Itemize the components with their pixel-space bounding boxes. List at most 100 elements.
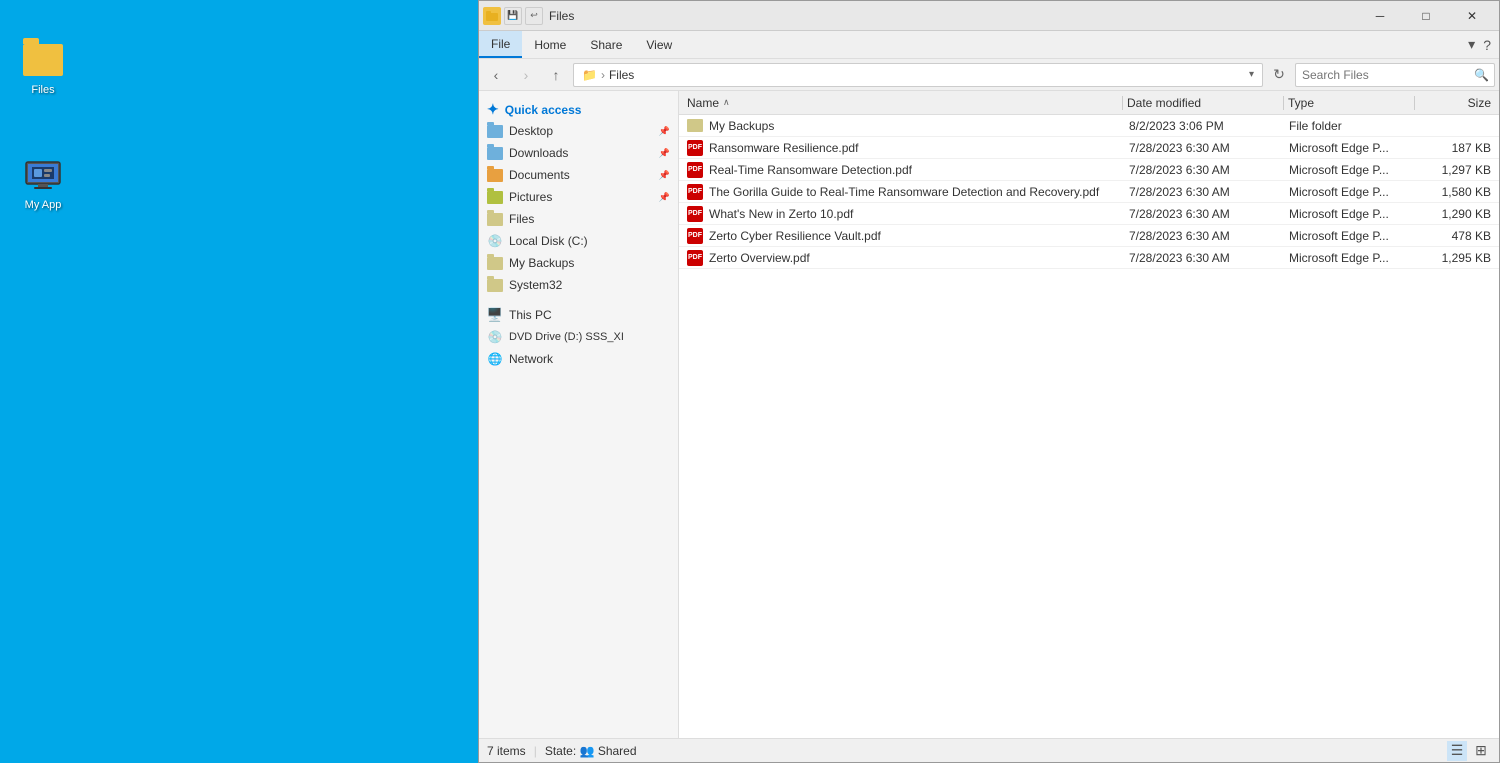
sidebar-item-desktop-label: Desktop <box>509 124 553 138</box>
file-list: Name ∧ Date modified Type Size <box>679 91 1499 738</box>
file-size-cell: 187 KB <box>1415 141 1495 155</box>
file-name-cell: PDF Real-Time Ransomware Detection.pdf <box>683 162 1125 178</box>
col-date-label: Date modified <box>1127 96 1201 110</box>
table-row[interactable]: PDF What's New in Zerto 10.pdf 7/28/2023… <box>679 203 1499 225</box>
menu-share[interactable]: Share <box>578 31 634 58</box>
sidebar-item-files[interactable]: Files <box>479 208 678 230</box>
file-type-cell: Microsoft Edge P... <box>1285 163 1415 177</box>
this-pc-icon: 🖥️ <box>487 307 503 323</box>
sidebar-item-documents[interactable]: Documents 📌 <box>479 164 678 186</box>
file-date-cell: 8/2/2023 3:06 PM <box>1125 119 1285 133</box>
sidebar-item-pictures-label: Pictures <box>509 190 552 204</box>
back-button[interactable]: ‹ <box>483 63 509 87</box>
pdf-icon: PDF <box>687 162 703 178</box>
pdf-icon: PDF <box>687 140 703 156</box>
up-button[interactable]: ↑ <box>543 63 569 87</box>
file-type-cell: File folder <box>1285 119 1415 133</box>
file-name-cell: PDF The Gorilla Guide to Real-Time Ranso… <box>683 184 1125 200</box>
refresh-button[interactable]: ↻ <box>1267 63 1291 87</box>
menu-collapse-icon[interactable]: ▾ <box>1468 36 1475 53</box>
file-size-cell: 1,295 KB <box>1415 251 1495 265</box>
menu-file[interactable]: File <box>479 31 522 58</box>
table-row[interactable]: PDF The Gorilla Guide to Real-Time Ranso… <box>679 181 1499 203</box>
file-size-cell: 1,580 KB <box>1415 185 1495 199</box>
forward-button[interactable]: › <box>513 63 539 87</box>
col-header-name[interactable]: Name ∧ <box>683 96 1122 110</box>
sidebar-item-pictures[interactable]: Pictures 📌 <box>479 186 678 208</box>
search-container: 🔍 <box>1295 63 1495 87</box>
sidebar-item-local-disk[interactable]: 💿 Local Disk (C:) <box>479 230 678 252</box>
sidebar-quick-access-header[interactable]: ✦ Quick access <box>479 95 678 120</box>
path-icon: 📁 <box>582 68 597 82</box>
col-size-label: Size <box>1468 96 1491 110</box>
shared-icon: 👥 <box>580 744 595 758</box>
file-date-cell: 7/28/2023 6:30 AM <box>1125 163 1285 177</box>
desktop-icon-files[interactable]: Files <box>8 40 78 96</box>
window-title: Files <box>549 9 1357 23</box>
network-icon: 🌐 <box>487 351 503 367</box>
desktop-icon-myapp[interactable]: My App <box>8 155 78 211</box>
pin-icon-desktop: 📌 <box>659 126 670 137</box>
status-shared-text: Shared <box>598 744 637 758</box>
file-name: Zerto Overview.pdf <box>709 251 810 265</box>
menu-bar: File Home Share View ▾ ? <box>479 31 1499 59</box>
status-view-controls: ☰ ⊞ <box>1447 741 1491 761</box>
sidebar-item-system32[interactable]: System32 <box>479 274 678 296</box>
table-row[interactable]: PDF Real-Time Ransomware Detection.pdf 7… <box>679 159 1499 181</box>
file-size-cell: 1,290 KB <box>1415 207 1495 221</box>
close-button[interactable]: ✕ <box>1449 1 1495 31</box>
file-rows-container: My Backups 8/2/2023 3:06 PM File folder … <box>679 115 1499 269</box>
file-name-cell: PDF Zerto Overview.pdf <box>683 250 1125 266</box>
pdf-icon: PDF <box>687 250 703 266</box>
my-backups-folder-icon <box>487 255 503 271</box>
title-bar: 💾 ↩ Files ─ □ ✕ <box>479 1 1499 31</box>
table-row[interactable]: My Backups 8/2/2023 3:06 PM File folder <box>679 115 1499 137</box>
menu-help-icon[interactable]: ? <box>1483 37 1491 53</box>
sidebar-item-my-backups[interactable]: My Backups <box>479 252 678 274</box>
sidebar-item-dvd-drive[interactable]: 💿 DVD Drive (D:) SSS_XI <box>479 326 678 348</box>
documents-folder-icon <box>487 167 503 183</box>
maximize-button[interactable]: □ <box>1403 1 1449 31</box>
details-view-button[interactable]: ☰ <box>1447 741 1467 761</box>
tiles-view-button[interactable]: ⊞ <box>1471 741 1491 761</box>
files-folder-icon <box>487 211 503 227</box>
col-header-size[interactable]: Size <box>1415 96 1495 110</box>
table-row[interactable]: PDF Ransomware Resilience.pdf 7/28/2023 … <box>679 137 1499 159</box>
pin-icon-downloads: 📌 <box>659 148 670 159</box>
search-input[interactable] <box>1295 63 1495 87</box>
sort-arrow-icon: ∧ <box>723 97 730 108</box>
desktop-icon-myapp-label: My App <box>25 199 62 211</box>
table-row[interactable]: PDF Zerto Overview.pdf 7/28/2023 6:30 AM… <box>679 247 1499 269</box>
sidebar-item-files-label: Files <box>509 212 534 226</box>
address-path[interactable]: 📁 › Files ▾ <box>573 63 1263 87</box>
col-header-type[interactable]: Type <box>1284 96 1414 110</box>
sidebar-item-downloads[interactable]: Downloads 📌 <box>479 142 678 164</box>
minimize-button[interactable]: ─ <box>1357 1 1403 31</box>
menu-view[interactable]: View <box>634 31 684 58</box>
sidebar-item-this-pc-label: This PC <box>509 308 552 322</box>
file-size-cell: 1,297 KB <box>1415 163 1495 177</box>
address-dropdown-icon[interactable]: ▾ <box>1249 69 1254 80</box>
dvd-drive-icon: 💿 <box>487 329 503 345</box>
path-current: Files <box>609 68 634 82</box>
address-bar: ‹ › ↑ 📁 › Files ▾ ↻ 🔍 <box>479 59 1499 91</box>
file-date-cell: 7/28/2023 6:30 AM <box>1125 251 1285 265</box>
sidebar-item-network[interactable]: 🌐 Network <box>479 348 678 370</box>
sidebar-item-documents-label: Documents <box>509 168 570 182</box>
sidebar-item-this-pc[interactable]: 🖥️ This PC <box>479 304 678 326</box>
sidebar-item-system32-label: System32 <box>509 278 562 292</box>
col-header-date[interactable]: Date modified <box>1123 96 1283 110</box>
title-bar-save-icon: 💾 <box>504 7 522 25</box>
menu-home[interactable]: Home <box>522 31 578 58</box>
file-type-cell: Microsoft Edge P... <box>1285 185 1415 199</box>
quick-access-star-icon: ✦ <box>487 101 499 118</box>
file-type-cell: Microsoft Edge P... <box>1285 229 1415 243</box>
file-name: Real-Time Ransomware Detection.pdf <box>709 163 912 177</box>
file-date-cell: 7/28/2023 6:30 AM <box>1125 229 1285 243</box>
file-name: Zerto Cyber Resilience Vault.pdf <box>709 229 881 243</box>
table-row[interactable]: PDF Zerto Cyber Resilience Vault.pdf 7/2… <box>679 225 1499 247</box>
status-state-label: State: <box>545 744 576 758</box>
desktop-folder-icon <box>487 123 503 139</box>
sidebar-item-desktop[interactable]: Desktop 📌 <box>479 120 678 142</box>
main-area: ✦ Quick access Desktop 📌 Downloads 📌 <box>479 91 1499 738</box>
